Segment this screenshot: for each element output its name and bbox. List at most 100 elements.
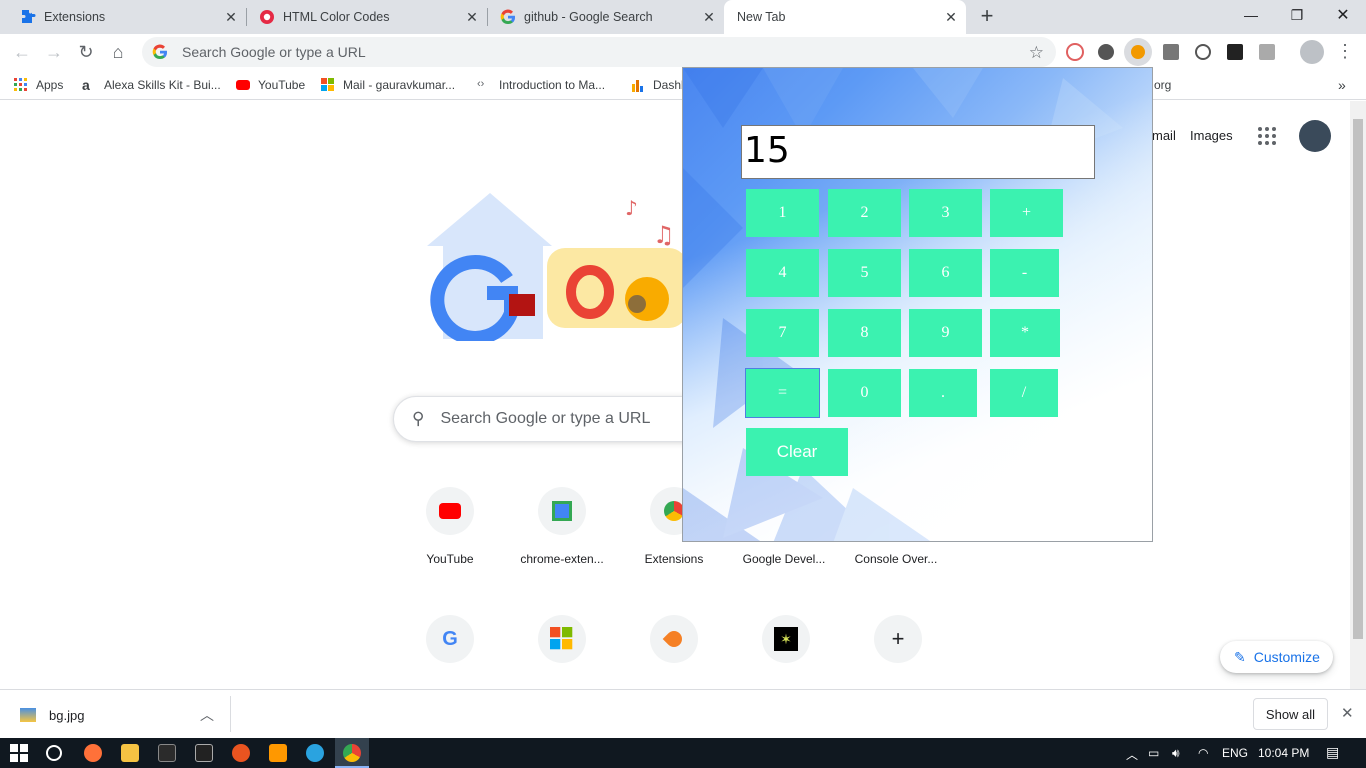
volume-icon[interactable]: 🔊︎ <box>1172 746 1180 761</box>
google-doodle[interactable]: ♪ ♫ <box>425 191 687 345</box>
shortcut-label: chrome-exten... <box>520 552 604 566</box>
close-download-bar-icon[interactable]: ✕ <box>1341 704 1354 722</box>
tray-chevron-icon[interactable]: ︿ <box>1126 746 1138 763</box>
bird-extension-icon[interactable] <box>1227 44 1243 60</box>
omnibox[interactable]: Search Google or type a URL ☆ <box>142 37 1056 67</box>
key-multiply[interactable]: * <box>990 309 1060 357</box>
calculator-display[interactable]: 15 <box>741 125 1095 179</box>
shortcut-label: Google Devel... <box>742 552 826 566</box>
file-explorer-icon[interactable] <box>121 744 139 762</box>
telegram-icon[interactable] <box>306 744 324 762</box>
restore-button[interactable]: ❐ <box>1274 0 1320 30</box>
forward-icon[interactable]: → <box>40 38 68 66</box>
bookmarks-overflow-icon[interactable]: » <box>1338 76 1346 94</box>
customize-button[interactable]: ✎ Customize <box>1220 641 1333 673</box>
shortcut-youtube[interactable]: YouTube <box>394 487 506 566</box>
key-divide[interactable]: / <box>990 369 1058 417</box>
bookmark-introduction[interactable]: ‹› Introduction to Ma... <box>477 76 605 94</box>
plus-icon: + <box>874 615 922 663</box>
new-tab-button[interactable]: + <box>976 5 998 28</box>
key-1[interactable]: 1 <box>746 189 819 237</box>
key-6[interactable]: 6 <box>909 249 982 297</box>
shortcut-microsoft[interactable] <box>506 615 618 663</box>
wifi-icon[interactable]: ◠ <box>1198 746 1208 760</box>
shortcut-google[interactable]: G <box>394 615 506 663</box>
download-divider <box>230 696 231 732</box>
close-tab-icon[interactable]: ✕ <box>224 10 238 24</box>
extension-icon[interactable] <box>1066 43 1084 61</box>
tab-new-tab[interactable]: New Tab ✕ <box>724 0 966 34</box>
key-8[interactable]: 8 <box>828 309 901 357</box>
key-3[interactable]: 3 <box>909 189 982 237</box>
key-2[interactable]: 2 <box>828 189 901 237</box>
grey-extension-icon[interactable] <box>1259 44 1275 60</box>
bookmark-dashboard[interactable]: Dashb <box>631 76 688 94</box>
tab-extensions[interactable]: Extensions ✕ <box>0 0 246 34</box>
tab-title: New Tab <box>737 10 786 24</box>
scrollbar-thumb[interactable] <box>1353 119 1363 639</box>
shortcut-hackerrank[interactable]: ✶ <box>730 615 842 663</box>
close-window-button[interactable]: ✕ <box>1320 0 1366 30</box>
bookmark-label: Introduction to Ma... <box>499 78 606 92</box>
key-5[interactable]: 5 <box>828 249 901 297</box>
download-filename[interactable]: bg.jpg <box>49 708 84 723</box>
bookmark-mail[interactable]: Mail - gauravkumar... <box>321 76 455 94</box>
sublime-text-icon[interactable] <box>269 744 287 762</box>
close-tab-icon[interactable]: ✕ <box>465 10 479 24</box>
windows-start-icon[interactable] <box>10 744 28 762</box>
tab-strip: Extensions ✕ HTML Color Codes ✕ github -… <box>0 0 1366 34</box>
bar-chart-icon <box>631 78 645 92</box>
back-icon[interactable]: ← <box>8 38 36 66</box>
bookmark-alexa[interactable]: a Alexa Skills Kit - Bui... <box>82 76 221 94</box>
bookmark-youtube[interactable]: YouTube <box>236 76 305 94</box>
apps-grid-icon <box>14 78 28 92</box>
search-icon: ⚲ <box>412 409 425 428</box>
search-cortana-icon[interactable] <box>46 745 62 761</box>
key-0[interactable]: 0 <box>828 369 901 417</box>
close-tab-icon[interactable]: ✕ <box>944 10 958 24</box>
bulb-extension-icon[interactable] <box>1098 44 1114 60</box>
shortcut-chrome-extensions[interactable]: chrome-exten... <box>506 487 618 566</box>
terminal-icon[interactable] <box>158 744 176 762</box>
p-extension-icon[interactable] <box>1163 44 1179 60</box>
block-extension-icon[interactable] <box>1195 44 1211 60</box>
show-all-button[interactable]: Show all <box>1253 698 1328 730</box>
bookmark-apps[interactable]: Apps <box>14 76 63 94</box>
profile-avatar-icon[interactable] <box>1300 40 1324 64</box>
key-decimal[interactable]: . <box>909 369 977 417</box>
key-equals[interactable]: = <box>745 368 820 418</box>
key-7[interactable]: 7 <box>746 309 819 357</box>
google-icon <box>500 9 516 25</box>
tab-html-color-codes[interactable]: HTML Color Codes ✕ <box>247 0 487 34</box>
menu-kebab-icon[interactable]: ⋮ <box>1336 41 1354 62</box>
apps-launcher-icon[interactable] <box>1257 126 1277 146</box>
clear-button[interactable]: Clear <box>746 428 848 476</box>
cmd-icon[interactable] <box>195 744 213 762</box>
images-link[interactable]: Images <box>1190 128 1233 143</box>
add-shortcut-button[interactable]: + <box>842 615 954 663</box>
minimize-button[interactable]: — <box>1228 0 1274 30</box>
key-4[interactable]: 4 <box>746 249 819 297</box>
close-tab-icon[interactable]: ✕ <box>702 10 716 24</box>
tab-github-search[interactable]: github - Google Search ✕ <box>488 0 724 34</box>
account-avatar[interactable] <box>1299 120 1331 152</box>
language-indicator[interactable]: ENG <box>1222 746 1248 760</box>
home-icon[interactable]: ⌂ <box>104 38 132 66</box>
chrome-taskbar-button[interactable] <box>335 738 369 768</box>
key-9[interactable]: 9 <box>909 309 982 357</box>
notifications-icon[interactable]: ▤ <box>1326 744 1339 761</box>
firefox-icon[interactable] <box>84 744 102 762</box>
key-minus[interactable]: - <box>990 249 1059 297</box>
page-scrollbar[interactable] <box>1350 101 1366 689</box>
bookmark-star-icon[interactable]: ☆ <box>1029 43 1044 63</box>
bookmark-org[interactable]: org <box>1154 76 1171 94</box>
clock[interactable]: 10:04 PM <box>1258 746 1309 760</box>
gmail-link[interactable]: mail <box>1152 128 1176 143</box>
battery-icon[interactable]: ▭ <box>1148 746 1159 760</box>
chevron-up-icon[interactable]: ︿ <box>200 705 214 725</box>
shortcut-orange[interactable] <box>618 615 730 663</box>
color-wheel-icon <box>259 9 275 25</box>
key-plus[interactable]: + <box>990 189 1063 237</box>
ubuntu-icon[interactable] <box>232 744 250 762</box>
reload-icon[interactable]: ↻ <box>72 38 100 66</box>
